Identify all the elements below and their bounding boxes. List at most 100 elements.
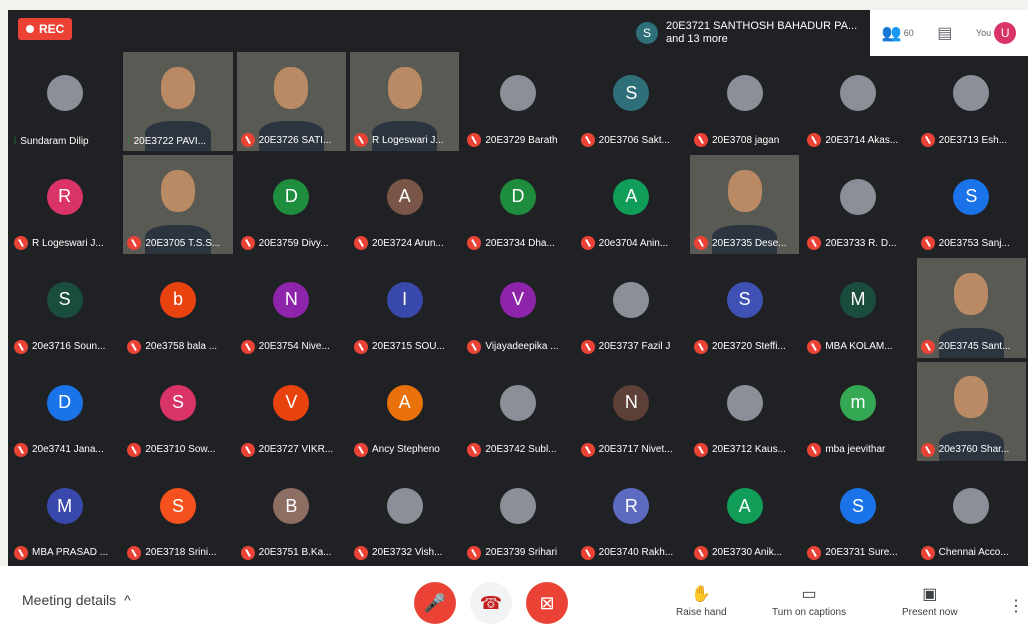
present-now-button[interactable]: ▣ Present now (902, 584, 958, 618)
participant-tile[interactable]: 20E3737 Fazil J (575, 256, 688, 359)
mic-toggle-button[interactable]: 🎤 (414, 582, 456, 624)
participant-tile[interactable]: R 20E3740 Rakh... (575, 463, 688, 566)
raise-hand-button[interactable]: ✋ Raise hand (676, 584, 727, 618)
participant-name-row: 20E3734 Dha... (467, 236, 570, 251)
participant-tile[interactable]: ⦙ 20E3722 PAVI... (121, 50, 234, 153)
participant-name-row: 20E3715 SOU... (354, 339, 457, 354)
participant-tile[interactable]: 20E3732 Vish... (348, 463, 461, 566)
participant-initial-avatar: m (839, 384, 876, 421)
participant-tile[interactable]: V 20E3727 VIKR... (235, 360, 348, 463)
participant-tile[interactable]: I 20E3715 SOU... (348, 256, 461, 359)
participant-tile[interactable]: m mba jeevithar (801, 360, 914, 463)
participant-name: 20e3716 Soun... (32, 341, 106, 353)
participant-tile[interactable]: S 20E3706 Sakt... (575, 50, 688, 153)
participant-initial-avatar: A (613, 178, 650, 215)
camera-toggle-button[interactable]: ⊠ (526, 582, 568, 624)
presenting-participants[interactable]: S 20E3721 SANTHOSH BAHADUR PA... and 13 … (636, 20, 857, 46)
participant-tile[interactable]: 20E3739 Srihari (461, 463, 574, 566)
participant-tile[interactable]: D 20e3741 Jana... (8, 360, 121, 463)
mic-muted-icon (694, 442, 708, 457)
participant-name-row: 20E3717 Nivet... (580, 442, 684, 457)
participant-name: 20E3726 SATI... (258, 134, 332, 146)
participant-tile[interactable]: S 20E3710 Sow... (121, 360, 234, 463)
participant-name: R Logeswari J... (32, 237, 104, 249)
mic-muted-icon (694, 236, 708, 251)
participant-tile[interactable]: N 20E3754 Nive... (235, 256, 348, 359)
mic-muted-icon (807, 133, 822, 148)
meeting-details-button[interactable]: Meeting details ^ (22, 592, 131, 608)
participant-tile[interactable]: 20E3712 Kaus... (688, 360, 801, 463)
participant-tile[interactable]: S 20E3720 Steffi... (688, 256, 801, 359)
participant-initial-avatar: D (273, 178, 310, 215)
participant-tile[interactable]: S 20E3731 Sure... (801, 463, 914, 566)
participant-tile[interactable]: ⦙ Sundaram Dilip (8, 50, 121, 153)
participant-tile[interactable]: 20E3714 Akas... (801, 50, 914, 153)
participant-name-row: 20E3735 Dese... (694, 236, 797, 251)
participant-tile[interactable]: 20E3742 Subl... (461, 360, 574, 463)
participant-tile[interactable]: R Logeswari J... (348, 50, 461, 153)
participant-tile[interactable]: 20E3733 R. D... (801, 153, 914, 256)
chat-button[interactable]: ▤ (937, 23, 952, 43)
participant-tile[interactable]: M MBA KOLAM... (801, 256, 914, 359)
participant-tile[interactable]: V Vijayadeepika ... (461, 256, 574, 359)
participant-tile[interactable]: N 20E3717 Nivet... (575, 360, 688, 463)
participant-photo-avatar (46, 75, 83, 112)
mic-muted-icon (127, 545, 142, 560)
participant-photo-avatar (499, 488, 536, 525)
participant-tile[interactable]: 20E3745 Sant... (915, 256, 1028, 359)
mic-muted-icon (240, 442, 255, 457)
mic-muted-icon (920, 545, 935, 560)
participant-name: Vijayadeepika ... (485, 341, 559, 353)
mic-muted-icon (354, 545, 368, 560)
participant-tile[interactable]: D 20E3734 Dha... (461, 153, 574, 256)
participant-initial-avatar: N (273, 281, 310, 318)
participant-initial-avatar: D (499, 178, 536, 215)
participant-tile[interactable]: 20E3713 Esh... (915, 50, 1028, 153)
participant-tile[interactable]: 20E3705 T.S.S... (121, 153, 234, 256)
participant-tile[interactable]: M MBA PRASAD ... (8, 463, 121, 566)
participant-tile[interactable]: S 20E3718 Srini... (121, 463, 234, 566)
participant-tile[interactable]: 20E3729 Barath (461, 50, 574, 153)
participant-tile[interactable]: S 20e3716 Soun... (8, 256, 121, 359)
presenter-text: 20E3721 SANTHOSH BAHADUR PA... and 13 mo… (666, 20, 857, 46)
participant-tile[interactable]: 20E3735 Dese... (688, 153, 801, 256)
participant-name-row: 20E3731 Sure... (807, 545, 910, 560)
participant-initial-avatar: A (386, 178, 423, 215)
participant-name: 20E3740 Rakh... (598, 547, 674, 559)
participant-tile[interactable]: A 20E3730 Anik... (688, 463, 801, 566)
captions-button[interactable]: ▭ Turn on captions (772, 584, 846, 618)
participant-tile[interactable]: A 20e3704 Anin... (575, 153, 688, 256)
raise-hand-label: Raise hand (676, 607, 727, 618)
participant-name-row: 20e3704 Anin... (580, 236, 684, 251)
mic-muted-icon (467, 545, 482, 560)
video-face (954, 273, 989, 316)
participant-name: 20E3714 Akas... (825, 134, 899, 146)
participant-name-row: 20E3751 B.Ka... (240, 545, 344, 560)
participant-name: 20E3732 Vish... (372, 547, 443, 559)
mic-off-icon: 🎤 (423, 592, 447, 613)
participant-tile[interactable]: B 20E3751 B.Ka... (235, 463, 348, 566)
participant-tile[interactable]: Chennai Acco... (915, 463, 1028, 566)
participant-name: 20E3729 Barath (485, 134, 558, 146)
participant-tile[interactable]: R R Logeswari J... (8, 153, 121, 256)
hangup-button[interactable]: ☎ (470, 582, 512, 624)
participant-tile[interactable]: b 20e3758 bala ... (121, 256, 234, 359)
more-options-icon[interactable]: ⋮ (1008, 596, 1024, 616)
participant-tile[interactable]: A 20E3724 Arun... (348, 153, 461, 256)
participant-tile[interactable]: D 20E3759 Divy... (235, 153, 348, 256)
participant-name: 20E3712 Kaus... (712, 444, 786, 456)
participant-tile[interactable]: 20E3708 jagan (688, 50, 801, 153)
self-view[interactable]: You U (976, 22, 1017, 44)
participant-tile[interactable]: 20E3726 SATI... (235, 50, 348, 153)
mic-muted-icon (354, 442, 368, 457)
participant-name: 20E3718 Srini... (145, 547, 217, 559)
participant-tile[interactable]: A Ancy Stepheno (348, 360, 461, 463)
participant-initial-avatar: S (159, 488, 196, 525)
participant-name: 20E3735 Dese... (712, 237, 787, 249)
people-button[interactable]: 👥 60 (882, 23, 914, 43)
participant-name: 20e3760 Shar... (938, 444, 1010, 456)
participant-name: Chennai Acco... (938, 547, 1009, 559)
participant-tile[interactable]: S 20E3753 Sanj... (915, 153, 1028, 256)
participant-tile[interactable]: 20e3760 Shar... (915, 360, 1028, 463)
mic-muted-icon (807, 236, 822, 251)
